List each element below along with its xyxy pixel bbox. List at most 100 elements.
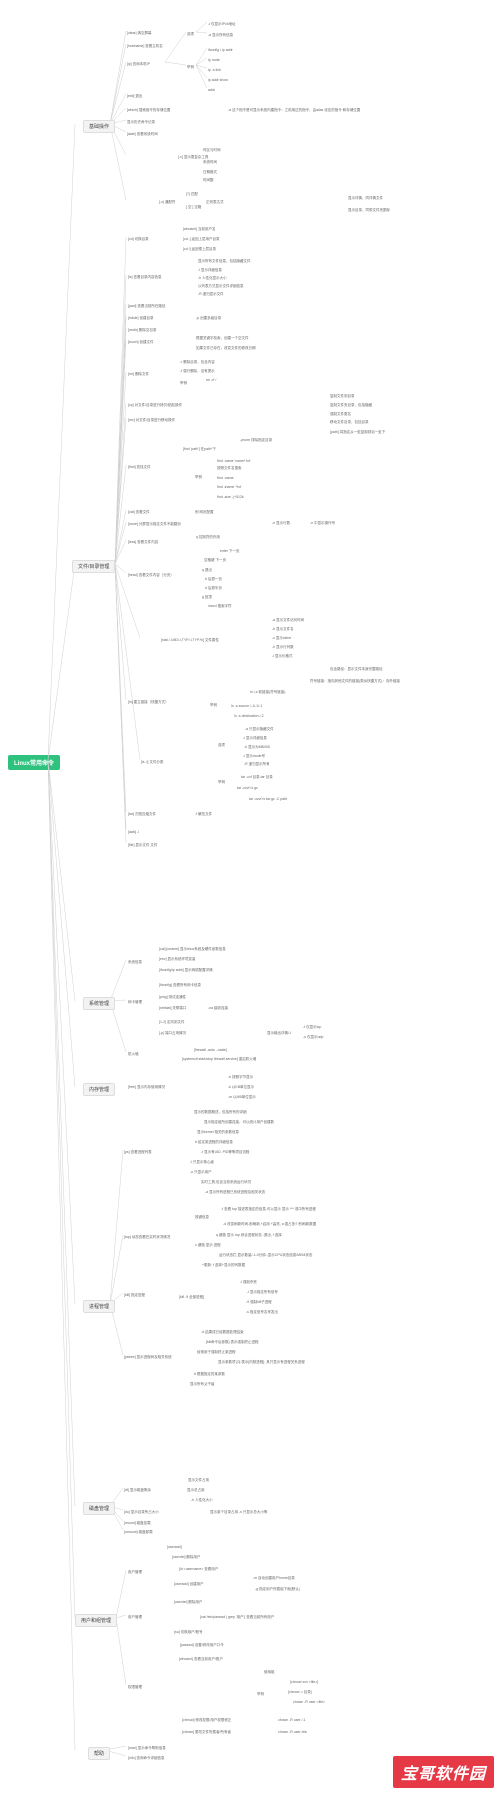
leaf-node: [mv] 对文件/目录进行移动操作 bbox=[128, 418, 175, 423]
leaf-node: 时间戳 bbox=[203, 178, 214, 183]
leaf-node: -f 显示有UID, PID等等项目流程 bbox=[201, 1150, 249, 1155]
leaf-node: [path] 将指定从一处复制到另一处下 bbox=[330, 430, 385, 435]
category-c6: 磁盘管理 bbox=[83, 1502, 115, 1515]
leaf-node: [man] 显示命令帮助信息 bbox=[128, 1746, 166, 1751]
leaf-node: 用户管理 bbox=[128, 1570, 142, 1575]
leaf-node: find -size -|+512k bbox=[217, 495, 244, 500]
leaf-node: 显示所有父子级 bbox=[190, 1382, 215, 1387]
leaf-node: ln /-s 软链接(符号链接) bbox=[250, 690, 285, 695]
leaf-node: [hostname] 查看主机名 bbox=[127, 44, 163, 49]
leaf-node: [cp] 对文件/目录进行拷贝/粘贴操作 bbox=[128, 403, 182, 408]
leaf-node: [chmod] 修改权限/用户权限修正 bbox=[182, 1718, 231, 1723]
leaf-node: 举例 bbox=[195, 475, 202, 480]
leaf-node: ip addr show bbox=[208, 78, 228, 83]
root-node: Linux常用命令 bbox=[8, 755, 60, 770]
leaf-node: [cd..] 返回上层用户目录 bbox=[183, 237, 220, 242]
leaf-node: tar -czvf /x.gz bbox=[237, 786, 258, 791]
leaf-node: 防火墙 bbox=[128, 1052, 139, 1057]
leaf-node: 举例 bbox=[187, 65, 194, 70]
leaf-node: 复制文件夹目录，包括隐藏 bbox=[330, 403, 372, 408]
leaf-node: [df] 显示磁盘剩余 bbox=[124, 1488, 151, 1493]
leaf-node: -a 显示所有信息 bbox=[208, 33, 233, 38]
leaf-node: [du] 显示目录所占大小 bbox=[124, 1510, 159, 1515]
leaf-node: q 键值 显示 top 综合进程状态 -退出, f 选择 bbox=[216, 1233, 282, 1238]
category-c2: 文件/目录管理 bbox=[72, 560, 115, 573]
leaf-node: [which] 搜索指令的存储位置 bbox=[127, 108, 170, 113]
leaf-node: -n 中显示操作号 bbox=[310, 521, 335, 526]
leaf-node: 根据关键字检索，创建一个空文件 bbox=[196, 336, 249, 341]
leaf-node: 显示目录，同带文件夹图标 bbox=[348, 208, 390, 213]
connector-wires bbox=[0, 0, 500, 1796]
leaf-node: [ln] 建立链接（快捷方式） bbox=[128, 700, 169, 705]
category-c3: 系统管理 bbox=[83, 997, 115, 1010]
leaf-node: # 给定某进程的详细信息 bbox=[195, 1140, 233, 1145]
leaf-node: -a 显示文件访问时间 bbox=[272, 618, 304, 623]
leaf-node: [mount] 磁盘挂载 bbox=[124, 1521, 151, 1526]
leaf-node: enter 下一页 bbox=[220, 549, 239, 554]
leaf-node: 选项 bbox=[187, 32, 194, 37]
leaf-node: find -iname '*txt' bbox=[217, 485, 242, 490]
leaf-node: -l 显示详细信息 bbox=[243, 736, 267, 741]
leaf-node: 经常用于强制终止某进程 bbox=[197, 1350, 236, 1355]
leaf-node: 系统时间 bbox=[203, 160, 217, 165]
leaf-node: [cat] 查看文件 bbox=[128, 510, 150, 515]
leaf-node: +更新: f 选择+显示的列数据 bbox=[202, 1263, 245, 1268]
leaf-node: 强制文件更名 bbox=[330, 412, 351, 417]
leaf-node: ln -s source /-1/-1/-1 bbox=[231, 704, 262, 709]
category-c5: 进程管理 bbox=[83, 1300, 115, 1313]
leaf-node: -p 创建多级目录 bbox=[196, 316, 221, 321]
leaf-node: [chmod xxx <file>] bbox=[290, 1680, 318, 1685]
leaf-node: [ifconfig/ip addr] 显示网络配置详情 bbox=[159, 968, 213, 973]
leaf-node: 实时工具,包含当前系统运行状况 bbox=[201, 1180, 251, 1185]
leaf-node: -n 显示行数 bbox=[272, 521, 290, 526]
leaf-node: 按键信息 bbox=[195, 1215, 209, 1220]
leaf-node: [kill命令后参数] 表示强制终止进程 bbox=[206, 1340, 259, 1345]
leaf-node: -R 递归显示所有 bbox=[244, 762, 270, 767]
leaf-node: 举例 bbox=[180, 381, 187, 386]
leaf-node: [free] 显示内存使用情况 bbox=[128, 1085, 165, 1090]
leaf-node: [passwd] 设置/修改用户口令 bbox=[180, 1643, 224, 1648]
leaf-node: -s 指定信号名来发出 bbox=[246, 1310, 278, 1315]
leaf-node: -g 指定用户所属组下面(默认) bbox=[255, 1587, 300, 1592]
leaf-node: 日期格式 bbox=[203, 170, 217, 175]
leaf-node: ip -s link bbox=[208, 68, 221, 73]
category-c8: 帮助 bbox=[88, 1747, 110, 1760]
leaf-node: [find 'path'] 在path*下 bbox=[183, 447, 216, 452]
leaf-node: [netstat] 关联端口 bbox=[159, 1006, 186, 1011]
category-c7: 用户和组管理 bbox=[75, 1614, 117, 1627]
leaf-node: -l 只显示核心级 bbox=[190, 1160, 214, 1165]
leaf-node: -na 接收连接 bbox=[208, 1006, 228, 1011]
leaf-node: [kill] 指定进程 bbox=[124, 1293, 145, 1298]
leaf-node: -l 显示指定所有信号 bbox=[247, 1290, 278, 1295]
leaf-node: -l 显示详细信息 bbox=[198, 268, 222, 273]
leaf-node: rm -rf / bbox=[206, 378, 216, 383]
leaf-node: 正则表达式 bbox=[206, 200, 224, 205]
leaf-node: b 后退一页 bbox=[205, 577, 222, 582]
leaf-node: 显示参数项 [0] 表示[内核进程]; 其只显示有进程关系进程 bbox=[218, 1360, 305, 1365]
leaf-node: 显示详情，同详情文件 bbox=[348, 196, 383, 201]
leaf-node: [id <username> 查看用户 bbox=[179, 1567, 218, 1572]
leaf-node: [top] 动态查看在实时状况情况 bbox=[124, 1235, 170, 1240]
leaf-node: [env] 显示系统环境变量 bbox=[159, 957, 196, 962]
leaf-node: [mkdir] 创建目录 bbox=[128, 316, 153, 321]
leaf-node: 举例 bbox=[218, 780, 225, 785]
leaf-node: 以列表方式显示文件详细信息 bbox=[198, 284, 244, 289]
leaf-node: [less] 查看文件内容 bbox=[128, 540, 158, 545]
leaf-node: -b 按照字节显示 bbox=[228, 1075, 253, 1080]
leaf-node: /word 搜索字符 bbox=[208, 604, 232, 609]
leaf-node: 空格键 下一页 bbox=[204, 558, 226, 563]
leaf-node: [ip] 查询本机IP bbox=[127, 62, 150, 67]
leaf-node: find -name 'name*.txt' bbox=[217, 459, 251, 464]
leaf-node: 显示指定组所创建连接，可以统计用户创建数 bbox=[204, 1120, 274, 1125]
leaf-node: chown -R user /etc bbox=[278, 1730, 307, 1735]
leaf-node: -9 强制kill子进程 bbox=[246, 1300, 272, 1305]
leaf-node: # 根据指定的某参数 bbox=[194, 1372, 225, 1377]
leaf-node: 选项 bbox=[218, 743, 225, 748]
leaf-node: 显示kernel 相关的参数信息 bbox=[197, 1130, 239, 1135]
leaf-node: find -name bbox=[217, 476, 234, 481]
leaf-node: -h 显示为MB/GB bbox=[244, 745, 270, 750]
leaf-node: 使用组 bbox=[264, 1670, 275, 1675]
leaf-node: [1-2] 定向到文件 bbox=[159, 1020, 184, 1025]
leaf-node: -m 以MB单位显示 bbox=[228, 1095, 256, 1100]
leaf-node: [su] 切换用户/账号 bbox=[174, 1630, 203, 1635]
